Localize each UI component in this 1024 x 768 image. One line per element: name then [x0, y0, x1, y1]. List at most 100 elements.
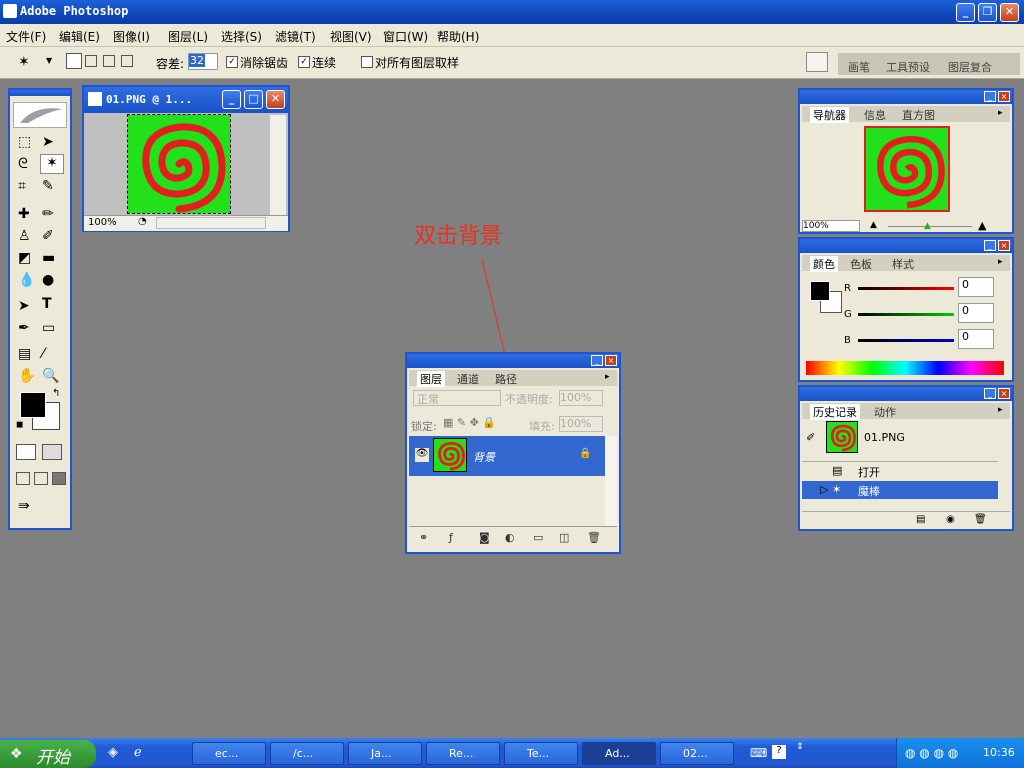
layers-menu-icon[interactable]: ▸	[605, 372, 610, 382]
eraser-tool-icon[interactable]: ◩	[18, 250, 31, 266]
menu-edit[interactable]: 编辑(E)	[59, 28, 100, 45]
link-layers-icon[interactable]: ⚭	[419, 531, 428, 544]
color-ramp[interactable]	[806, 361, 1004, 375]
document-vertical-scrollbar[interactable]	[270, 115, 286, 215]
layers-minimize-button[interactable]: _	[591, 355, 603, 366]
taskbar-item-ja[interactable]: Ja...	[348, 742, 422, 765]
standard-mode-icon[interactable]	[16, 444, 36, 460]
chevron-down-icon[interactable]: ▼	[46, 56, 52, 65]
opacity-input[interactable]: 100%	[559, 390, 603, 406]
add-to-selection-icon[interactable]	[85, 55, 97, 67]
toolbox-titlebar[interactable]	[10, 90, 70, 96]
foreground-color-chip[interactable]	[810, 281, 830, 301]
tab-navigator[interactable]: 导航器	[810, 107, 849, 123]
menu-file[interactable]: 文件(F)	[6, 28, 46, 45]
history-minimize-button[interactable]: _	[984, 388, 996, 399]
foreground-color-swatch[interactable]	[20, 392, 46, 418]
blur-tool-icon[interactable]: 💧	[18, 272, 35, 288]
tab-styles[interactable]: 样式	[892, 256, 914, 272]
taskbar-item-c[interactable]: /c...	[270, 742, 344, 765]
hand-tool-icon[interactable]: ✋	[18, 368, 35, 384]
color-menu-icon[interactable]: ▸	[998, 257, 1003, 267]
dodge-tool-icon[interactable]: ●	[42, 272, 54, 288]
subtract-selection-icon[interactable]	[103, 55, 115, 67]
menu-help[interactable]: 帮助(H)	[437, 28, 479, 45]
history-titlebar[interactable]: _ ×	[800, 387, 1012, 401]
new-document-icon[interactable]: ▤	[916, 514, 925, 525]
brush-tool-icon[interactable]: ✏	[42, 206, 54, 222]
channel-r-slider[interactable]	[858, 287, 954, 290]
fill-input[interactable]: 100%	[559, 416, 603, 432]
gradient-tool-icon[interactable]: ▬	[42, 250, 55, 266]
menu-select[interactable]: 选择(S)	[221, 28, 262, 45]
history-close-button[interactable]: ×	[998, 388, 1010, 399]
file-browser-icon[interactable]	[806, 52, 828, 72]
color-close-button[interactable]: ×	[998, 240, 1010, 251]
zoom-tool-icon[interactable]: 🔍	[42, 368, 59, 384]
new-selection-icon[interactable]	[66, 53, 82, 69]
keyboard-icon[interactable]: ⌨	[750, 746, 767, 760]
document-minimize-button[interactable]: _	[222, 90, 241, 109]
document-close-button[interactable]: ✕	[266, 90, 285, 109]
tab-channels[interactable]: 通道	[457, 371, 479, 387]
close-button[interactable]: ✕	[1000, 3, 1019, 22]
move-tool-icon[interactable]: ➤	[42, 134, 54, 150]
crop-tool-icon[interactable]: ⌗	[18, 178, 26, 194]
tolerance-input[interactable]: 32	[188, 53, 218, 70]
magic-wand-tool-icon[interactable]: ✶	[18, 54, 30, 70]
channel-g-slider[interactable]	[858, 313, 954, 316]
tab-color[interactable]: 颜色	[810, 256, 838, 272]
clone-stamp-tool-icon[interactable]: ♙	[18, 228, 31, 244]
menu-filter[interactable]: 滤镜(T)	[275, 28, 316, 45]
slice-tool-icon[interactable]: ✎	[42, 178, 54, 194]
swap-colors-icon[interactable]: ↰	[52, 388, 60, 399]
menu-layer[interactable]: 图层(L)	[168, 28, 208, 45]
quick-mask-mode-icon[interactable]	[42, 444, 62, 460]
zoom-out-icon[interactable]: ▲	[870, 220, 877, 230]
history-item-magic-wand[interactable]: ▷ ✶ 魔棒	[802, 481, 998, 499]
lasso-tool-icon[interactable]: ᘓ	[18, 156, 28, 172]
taskbar-item-te[interactable]: Te...	[504, 742, 578, 765]
eyedropper-tool-icon[interactable]: ⁄	[42, 346, 44, 362]
navigator-minimize-button[interactable]: _	[984, 91, 996, 102]
layer-mask-icon[interactable]: ◙	[479, 531, 490, 544]
screen-mode-full-icon[interactable]	[52, 472, 66, 485]
new-group-icon[interactable]: ▭	[533, 531, 543, 544]
palette-tab-brushes[interactable]: 画笔	[848, 59, 870, 75]
contiguous-checkbox[interactable]: ✓	[298, 55, 310, 68]
restore-button[interactable]: ❐	[978, 3, 997, 22]
tab-paths[interactable]: 路径	[495, 371, 517, 387]
path-selection-tool-icon[interactable]: ➤	[18, 298, 30, 314]
document-titlebar[interactable]: 01.PNG @ 1... _ □ ✕	[84, 87, 288, 113]
screen-mode-standard-icon[interactable]	[16, 472, 30, 485]
help-icon[interactable]: ?	[772, 745, 786, 759]
tab-history[interactable]: 历史记录	[810, 404, 860, 420]
marquee-tool-icon[interactable]: ⬚	[18, 134, 31, 150]
eye-icon[interactable]: 👁	[415, 448, 429, 462]
color-titlebar[interactable]: _ ×	[800, 239, 1012, 253]
channel-b-slider[interactable]	[858, 339, 954, 342]
intersect-selection-icon[interactable]	[121, 55, 133, 67]
zoom-slider-thumb[interactable]: ▲	[924, 221, 931, 231]
history-item-open[interactable]: ▤ 打开	[802, 461, 998, 480]
internet-explorer-icon[interactable]: ℯ	[134, 745, 142, 760]
palette-tab-tool-presets[interactable]: 工具预设	[886, 59, 930, 75]
all-layers-checkbox[interactable]	[361, 55, 373, 68]
tab-histogram[interactable]: 直方图	[902, 107, 935, 123]
layers-close-button[interactable]: ×	[605, 355, 617, 366]
channel-g-input[interactable]: 0	[958, 303, 994, 323]
tab-layers[interactable]: 图层	[417, 371, 445, 387]
taskbar-item-folder-ec[interactable]: ec...	[192, 742, 266, 765]
navigator-preview[interactable]	[864, 126, 950, 212]
tab-swatches[interactable]: 色板	[850, 256, 872, 272]
menu-window[interactable]: 窗口(W)	[383, 28, 428, 45]
menu-view[interactable]: 视图(V)	[330, 28, 372, 45]
tab-info[interactable]: 信息	[864, 107, 886, 123]
layers-scrollbar[interactable]	[605, 436, 617, 526]
status-arrow-icon[interactable]: ◔	[138, 216, 147, 227]
magic-wand-tool-icon[interactable]: ✶	[40, 154, 64, 174]
start-button[interactable]: ❖ 开始	[0, 740, 96, 768]
lock-icons[interactable]: ▦ ✎ ✥ 🔒	[443, 416, 496, 429]
taskbar-item-02[interactable]: 02...	[660, 742, 734, 765]
snapshot-camera-icon[interactable]: ◉	[946, 514, 955, 525]
